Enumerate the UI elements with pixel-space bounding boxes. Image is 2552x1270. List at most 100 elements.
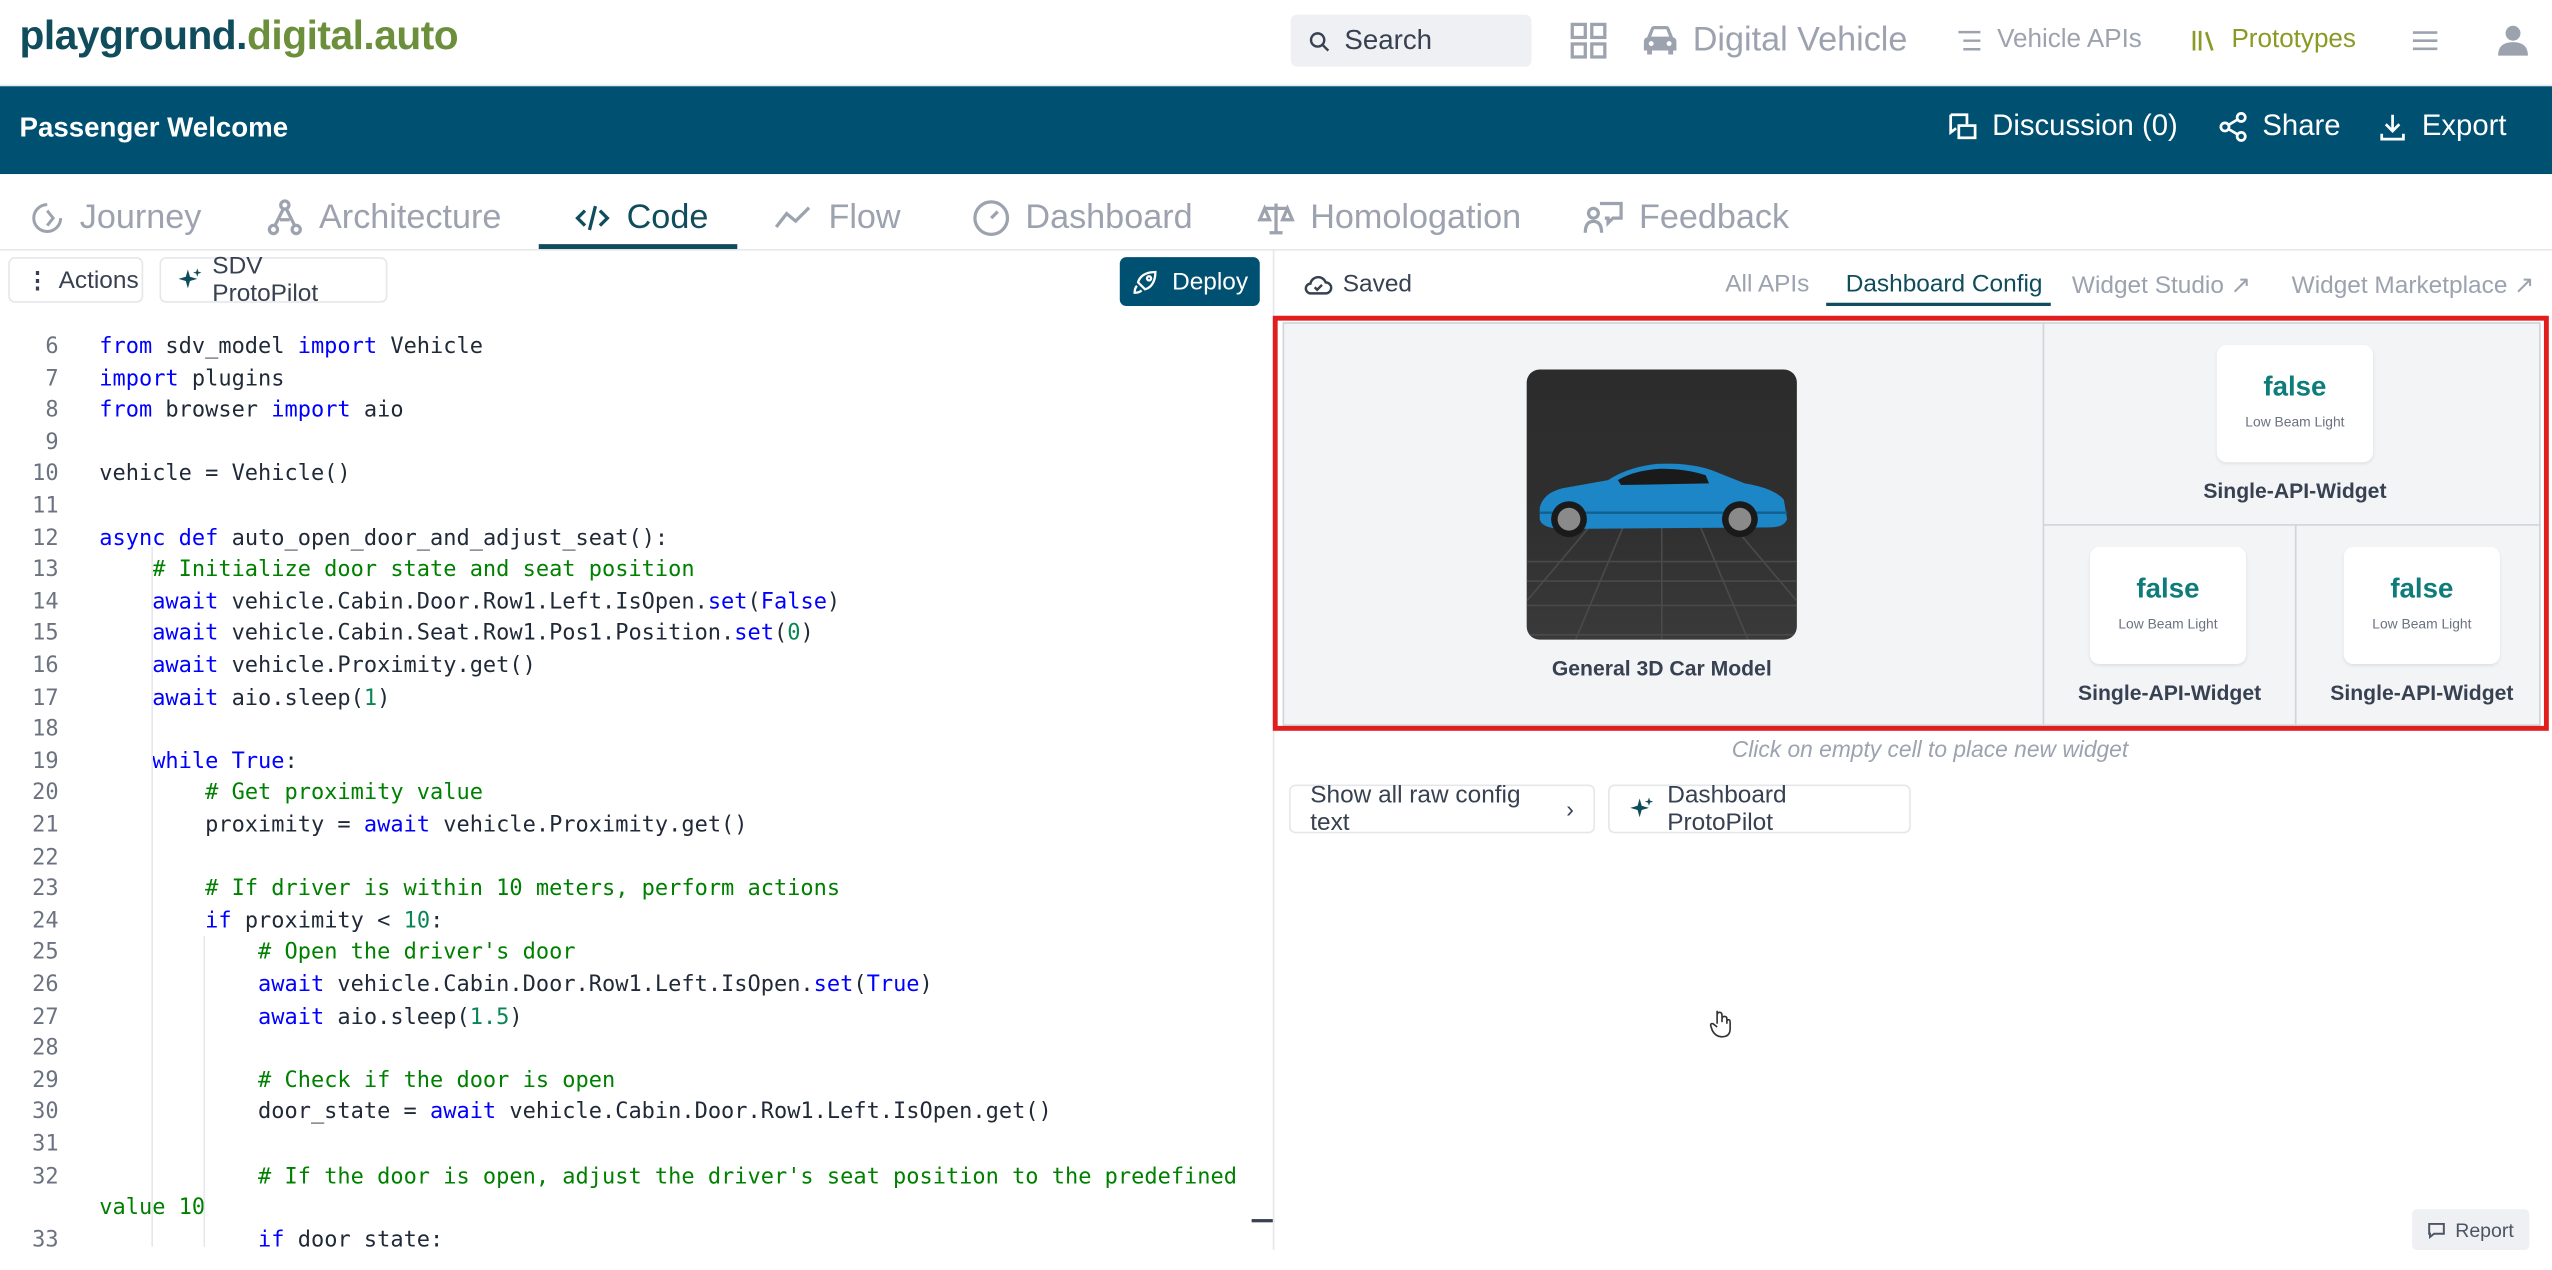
- nav-vehicle-apis[interactable]: Vehicle APIs: [1955, 16, 2142, 65]
- tab-widget-studio[interactable]: Widget Studio ↗: [2072, 270, 2251, 299]
- tab-homologation[interactable]: Homologation: [1257, 189, 1521, 248]
- code-text: await vehicle.Proximity.get(): [152, 652, 536, 679]
- editor-toolbar: ⋮ Actions SDV ProtoPilot: [0, 249, 1273, 314]
- code-text: proximity = await vehicle.Proximity.get(…: [99, 812, 748, 839]
- report-button[interactable]: Report: [2412, 1209, 2530, 1250]
- external-link-icon: ↗: [2513, 271, 2535, 300]
- code-text: door_state = await vehicle.Cabin.Door.Ro…: [99, 1099, 1052, 1126]
- nav-prototypes[interactable]: Prototypes: [2189, 16, 2356, 65]
- active-subtab-indicator: [1826, 302, 2051, 306]
- dashboard-protopilot-button[interactable]: Dashboard ProtoPilot: [1608, 781, 1911, 837]
- highlight-box: [1272, 315, 2549, 731]
- grid-icon: [1570, 22, 1607, 59]
- scale-icon: [1257, 203, 1295, 235]
- line-number: 6: [45, 333, 59, 360]
- deploy-button[interactable]: Deploy: [1119, 257, 1260, 306]
- line-number: 17: [32, 684, 59, 711]
- apps-grid-button[interactable]: [1569, 16, 1608, 65]
- line-number: 12: [32, 525, 59, 552]
- tab-architecture[interactable]: Architecture: [265, 189, 501, 248]
- more-vertical-icon: ⋮: [26, 266, 49, 293]
- rocket-icon: [1133, 270, 1157, 294]
- show-raw-config-label: Show all raw config text: [1310, 781, 1521, 837]
- library-icon: [2192, 30, 2214, 51]
- tab-feedback[interactable]: Feedback: [1582, 189, 1789, 248]
- line-number: 22: [32, 844, 59, 871]
- tab-all-apis[interactable]: All APIs: [1725, 270, 1809, 298]
- discussion-icon: [1949, 112, 1977, 139]
- code-text: await aio.sleep(1.5): [258, 1003, 523, 1030]
- search-placeholder: Search: [1344, 24, 1433, 56]
- code-text: async def auto_open_door_and_adjust_seat…: [99, 525, 669, 552]
- tab-dashboard-config-label: Dashboard Config: [1845, 270, 2043, 298]
- tab-code[interactable]: Code: [573, 189, 708, 248]
- line-number: 28: [32, 1035, 59, 1062]
- logo[interactable]: playground.digital.auto: [20, 13, 459, 60]
- tab-all-apis-label: All APIs: [1725, 270, 1810, 298]
- download-icon: [2380, 113, 2405, 140]
- logo-part2: digital.auto: [247, 13, 459, 59]
- line-number: 19: [32, 748, 59, 775]
- line-number: 8: [45, 397, 59, 424]
- tab-widget-marketplace[interactable]: Widget Marketplace ↗: [2292, 270, 2535, 299]
- share-button[interactable]: Share: [2217, 109, 2341, 143]
- dashboard-protopilot-label: Dashboard ProtoPilot: [1667, 781, 1787, 837]
- scrollbar-marker: [1251, 1219, 1275, 1223]
- sdv-protopilot-label: SDV ProtoPilot: [212, 252, 319, 308]
- gauge-icon: [973, 200, 1010, 237]
- code-text: # If the door is open, adjust the driver…: [258, 1163, 1237, 1190]
- mouse-cursor-icon: [1709, 1009, 1732, 1046]
- code-text: await vehicle.Cabin.Seat.Row1.Pos1.Posit…: [152, 620, 814, 647]
- show-raw-config-button[interactable]: Show all raw config text ›: [1289, 781, 1596, 837]
- line-number: 10: [32, 461, 59, 488]
- tab-widget-studio-label: Widget Studio: [2071, 270, 2224, 299]
- code-text: from browser import aio: [99, 397, 404, 424]
- top-navbar: playground.digital.auto Search Digital V…: [0, 0, 2552, 87]
- code-text: await aio.sleep(1): [152, 684, 391, 711]
- tab-dashboard[interactable]: Dashboard: [972, 189, 1193, 248]
- car-icon: [1643, 26, 1677, 55]
- journey-icon: [32, 203, 63, 234]
- code-text: await vehicle.Cabin.Door.Row1.Left.IsOpe…: [258, 971, 933, 998]
- line-number: 7: [45, 365, 59, 392]
- line-number: 20: [32, 780, 59, 807]
- prototype-header: Passenger Welcome Discussion (0) Share E…: [0, 86, 2552, 175]
- share-label: Share: [2262, 109, 2341, 142]
- line-number: 15: [32, 620, 59, 647]
- sdv-protopilot-button[interactable]: SDV ProtoPilot: [159, 252, 388, 308]
- discussion-label: Discussion (0): [1992, 109, 2178, 142]
- discussion-button[interactable]: Discussion (0): [1947, 109, 2178, 143]
- tab-architecture-label: Architecture: [319, 198, 502, 237]
- nav-prototypes-label: Prototypes: [2231, 26, 2356, 54]
- saved-status: Saved: [1304, 270, 1412, 298]
- empty-cell-hint: Click on empty cell to place new widget: [1731, 735, 2129, 762]
- search-box[interactable]: Search: [1290, 14, 1532, 67]
- line-number: 9: [45, 429, 59, 456]
- code-text: import plugins: [99, 365, 285, 392]
- line-number: 21: [32, 812, 59, 839]
- nav-vehicle-apis-label: Vehicle APIs: [1997, 26, 2142, 54]
- actions-button[interactable]: ⋮ Actions: [8, 257, 144, 303]
- tab-flow[interactable]: Flow: [771, 189, 901, 248]
- saved-label: Saved: [1342, 270, 1413, 298]
- code-text: vehicle = Vehicle(): [99, 461, 351, 488]
- line-number: 13: [32, 556, 59, 583]
- sparkle-icon: [178, 268, 202, 289]
- tab-dashboard-config[interactable]: Dashboard Config: [1846, 270, 2043, 298]
- export-button[interactable]: Export: [2376, 109, 2507, 143]
- tab-widget-marketplace-label: Widget Marketplace: [2291, 270, 2508, 299]
- page: playground.digital.auto Search Digital V…: [0, 0, 2552, 1270]
- sparkle-icon: [1630, 797, 1654, 818]
- nav-digital-vehicle-label: Digital Vehicle: [1692, 21, 1908, 59]
- line-number: 16: [32, 652, 59, 679]
- user-button[interactable]: [2495, 16, 2531, 65]
- chevron-right-icon: ›: [1566, 795, 1574, 822]
- code-editor[interactable]: 6 from sdv_model import Vehicle 7 import pl…: [0, 319, 1250, 1250]
- nav-digital-vehicle[interactable]: Digital Vehicle: [1641, 16, 1908, 65]
- tab-code-label: Code: [626, 198, 709, 237]
- menu-button[interactable]: [2409, 16, 2442, 65]
- code-text: # Check if the door is open: [258, 1067, 616, 1094]
- tab-journey[interactable]: Journey: [29, 189, 201, 248]
- line-number: 29: [32, 1067, 59, 1094]
- report-label: Report: [2455, 1218, 2514, 1242]
